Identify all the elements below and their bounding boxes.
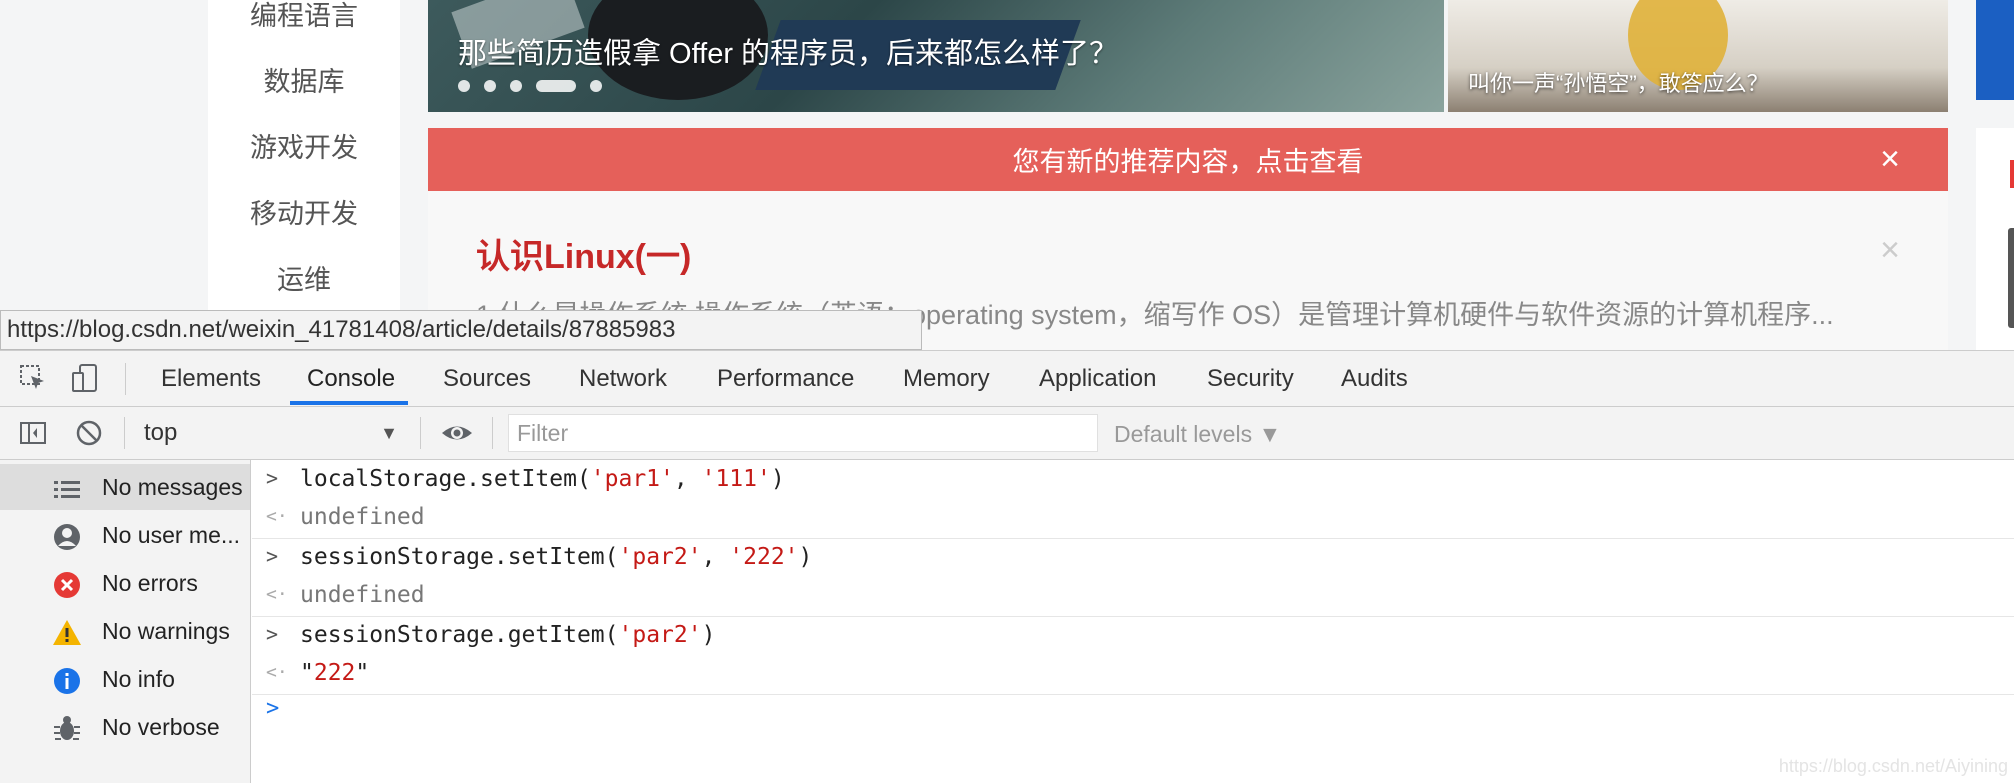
tab-memory[interactable]: Memory (903, 365, 990, 393)
nav-item-programming-language[interactable]: 编程语言 (208, 0, 400, 33)
nav-item-database[interactable]: 数据库 (208, 60, 400, 99)
tab-audits[interactable]: Audits (1341, 365, 1408, 393)
side-banner-caption[interactable]: 叫你一声“孙悟空”，敢答应么？ (1468, 66, 1769, 98)
divider (492, 417, 493, 449)
chevron-down-icon: ▼ (380, 423, 398, 443)
console-input-row: > sessionStorage.setItem('par2', '222') (252, 540, 2014, 578)
input-chevron-icon: > (266, 622, 279, 646)
sidebar-item-label: No errors (102, 570, 198, 596)
divider (125, 363, 126, 395)
right-banner-edge (1976, 0, 2014, 100)
sidebar-item-user-messages[interactable]: No user me... (0, 512, 250, 558)
sidebar-toggle-icon[interactable] (18, 418, 48, 448)
console-result-row: <· undefined (252, 500, 2014, 539)
sidebar-item-verbose[interactable]: No verbose (0, 704, 250, 750)
inspect-element-icon[interactable] (18, 363, 48, 393)
console-sidebar: No messages No user me... No errors No w… (0, 460, 251, 783)
carousel-dot[interactable] (510, 80, 522, 92)
console-prompt-icon[interactable]: > (266, 696, 279, 721)
carousel-dot[interactable] (458, 80, 470, 92)
tab-sources[interactable]: Sources (443, 365, 531, 393)
carousel-banner[interactable]: 那些简历造假拿 Offer 的程序员，后来都怎么样了？ (428, 0, 1444, 112)
close-icon[interactable]: × (1880, 142, 1900, 176)
sidebar-item-label: No verbose (102, 714, 220, 740)
console-input-row: > sessionStorage.getItem('par2') (252, 618, 2014, 656)
console-result: undefined (300, 504, 425, 530)
nav-item-game-dev[interactable]: 游戏开发 (208, 126, 400, 165)
nav-item-mobile-dev[interactable]: 移动开发 (208, 192, 400, 231)
console-result-row: <· "222" (252, 656, 2014, 695)
console-result: undefined (300, 582, 425, 608)
side-banner[interactable]: 叫你一声“孙悟空”，敢答应么？ (1448, 0, 1948, 112)
tab-performance[interactable]: Performance (717, 365, 854, 393)
warning-icon (52, 618, 82, 648)
bug-icon (52, 714, 82, 744)
tab-application[interactable]: Application (1039, 365, 1156, 393)
console-toolbar: top ▼ Default levels ▼ (0, 407, 2014, 460)
devtools-tab-bar: Elements Console Sources Network Perform… (0, 351, 2014, 407)
watermark: https://blog.csdn.net/Aiyining (1778, 756, 2008, 776)
right-panel-edge (1976, 128, 2014, 350)
article-title[interactable]: 认识Linux(一) (476, 229, 691, 278)
context-value: top (144, 419, 178, 446)
sidebar-item-warnings[interactable]: No warnings (0, 608, 250, 654)
notice-text[interactable]: 您有新的推荐内容，点击查看 (1013, 140, 1364, 179)
console-command: sessionStorage.setItem('par2', '222') (300, 544, 813, 570)
list-icon (52, 474, 82, 504)
sidebar-item-label: No warnings (102, 618, 230, 644)
carousel-dot[interactable] (484, 80, 496, 92)
clear-console-icon[interactable] (74, 418, 104, 448)
console-output[interactable]: > localStorage.setItem('par1', '111') <·… (252, 460, 2014, 783)
input-chevron-icon: > (266, 544, 279, 568)
log-levels-dropdown[interactable]: Default levels ▼ (1114, 421, 1281, 448)
eye-icon[interactable] (440, 418, 472, 448)
carousel-dot-active[interactable] (536, 80, 576, 92)
device-toolbar-icon[interactable] (70, 363, 100, 393)
console-command: sessionStorage.getItem('par2') (300, 622, 716, 648)
divider (420, 417, 421, 449)
sidebar-item-label: No user me... (102, 522, 241, 548)
result-arrow-icon: <· (266, 584, 288, 605)
sidebar-item-label: No messages (102, 474, 243, 500)
tab-elements[interactable]: Elements (161, 365, 261, 393)
category-nav: 编程语言 数据库 游戏开发 移动开发 运维 (208, 0, 400, 350)
close-icon[interactable]: × (1880, 231, 1900, 270)
console-command: localStorage.setItem('par1', '111') (300, 466, 785, 492)
banner-caption[interactable]: 那些简历造假拿 Offer 的程序员，后来都怎么样了？ (458, 30, 1118, 72)
sidebar-item-errors[interactable]: No errors (0, 560, 250, 606)
console-input-row: > localStorage.setItem('par1', '111') (252, 462, 2014, 500)
user-icon (52, 522, 82, 552)
filter-input[interactable] (508, 414, 1098, 452)
console-result: "222" (300, 660, 370, 686)
input-chevron-icon: > (266, 466, 279, 490)
carousel-dot[interactable] (590, 80, 602, 92)
error-icon (52, 570, 82, 600)
tab-console[interactable]: Console (307, 365, 395, 393)
carousel-dots (458, 80, 602, 92)
web-page: 编程语言 数据库 游戏开发 移动开发 运维 那些简历造假拿 Offer 的程序员… (0, 0, 2014, 350)
result-arrow-icon: <· (266, 662, 288, 683)
result-arrow-icon: <· (266, 506, 288, 527)
accent-bar (2010, 160, 2014, 188)
recommendation-notice[interactable]: 您有新的推荐内容，点击查看 × (428, 128, 1948, 191)
tab-network[interactable]: Network (579, 365, 667, 393)
active-tab-indicator (290, 401, 408, 405)
link-status-bar: https://blog.csdn.net/weixin_41781408/ar… (0, 310, 922, 350)
sidebar-item-messages[interactable]: No messages (0, 464, 250, 510)
nav-item-ops[interactable]: 运维 (208, 258, 400, 297)
sidebar-item-info[interactable]: No info (0, 656, 250, 702)
divider (124, 417, 125, 449)
thumbnail (2008, 228, 2014, 328)
devtools-panel: Elements Console Sources Network Perform… (0, 350, 2014, 783)
sidebar-item-label: No info (102, 666, 175, 692)
tab-security[interactable]: Security (1207, 365, 1294, 393)
info-icon (52, 666, 82, 696)
console-result-row: <· undefined (252, 578, 2014, 617)
context-selector[interactable]: top ▼ (136, 415, 406, 451)
